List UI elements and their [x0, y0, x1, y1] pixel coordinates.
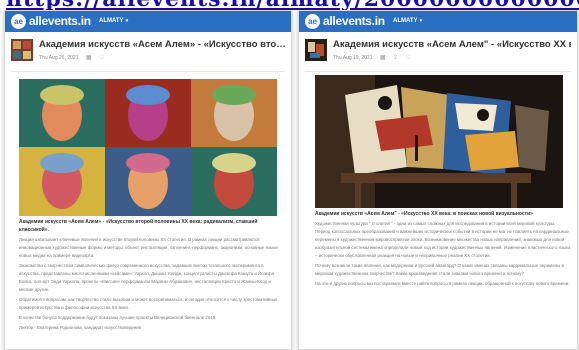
event-meta: Thu Aug 26, 2021 ▦ ♡ — [39, 54, 104, 61]
description-heading: Академия искусств «Асем Алем» - «Искусст… — [19, 219, 258, 233]
event-thumbnail[interactable] — [305, 39, 327, 61]
chevron-down-icon: ▾ — [419, 18, 423, 24]
city-selector[interactable]: ALMATY ▾ — [99, 18, 128, 24]
description-heading: Академия искусств «Асем Алем" - «Искусст… — [315, 211, 533, 217]
description-paragraph: Художественная культура " столетия " - о… — [315, 221, 571, 258]
logo-icon[interactable]: ae — [305, 14, 320, 29]
description-paragraph: Почему возникли такие явления, как модер… — [315, 263, 564, 276]
top-url-link[interactable]: https://allevents.in/almaty/200000000000… — [6, 0, 579, 10]
top-navbar: ae allevents.in ALMATY ▾ — [5, 11, 291, 32]
calendar-icon[interactable]: ▦ — [86, 54, 92, 61]
calendar-icon[interactable]: ▦ — [380, 54, 386, 61]
right-event-card: ae allevents.in ALMATY ▾ Академия искусст… — [298, 10, 578, 350]
top-navbar: ae allevents.in ALMATY ▾ — [299, 11, 577, 32]
event-meta: Thu Aug 19, 2021 ▦ ⇪ ♡ — [333, 54, 411, 61]
event-header: Академия искусств «Асем Алем» - «Искусст… — [11, 39, 285, 69]
event-description: Академия искусств «Асем Алем» - «Искусст… — [19, 218, 281, 334]
chevron-down-icon: ▾ — [125, 18, 129, 24]
heart-icon[interactable]: ♡ — [405, 54, 410, 61]
event-image-cubist-painting — [315, 75, 563, 208]
city-selector[interactable]: ALMATY ▾ — [393, 18, 422, 24]
divider — [11, 71, 285, 72]
heart-icon[interactable]: ♡ — [99, 54, 104, 61]
divider — [305, 71, 571, 72]
event-date: Thu Aug 26, 2021 — [39, 55, 79, 61]
brand-name[interactable]: allevents.in — [29, 14, 91, 28]
event-thumbnail[interactable] — [11, 39, 33, 61]
event-description: Академия искусств «Асем Алем" - «Искусст… — [315, 210, 571, 290]
event-date: Thu Aug 19, 2021 — [333, 55, 373, 61]
event-title[interactable]: Академия искусств «Асем Алем» - «Искусст… — [39, 39, 285, 50]
lecturer-line: Лектор - Екатерина Родионова, кандидат и… — [19, 325, 142, 330]
city-label: ALMATY — [99, 18, 124, 24]
top-url-strip[interactable]: https://allevents.in/almaty/200000000000… — [0, 0, 579, 10]
description-paragraph: На эти и другие вопросы мы постараемся в… — [315, 281, 570, 286]
brand-name[interactable]: allevents.in — [323, 14, 385, 28]
share-icon[interactable]: ⇪ — [393, 54, 398, 61]
description-paragraph: Лекция охватывает ключевые явления в иск… — [19, 237, 278, 258]
city-label: ALMATY — [393, 18, 418, 24]
description-paragraph: Обратимся к вопросам: как творчество ста… — [19, 297, 277, 310]
description-paragraph: Знакомство с творчеством символических ф… — [19, 263, 275, 292]
left-event-card: ae allevents.in ALMATY ▾ Академия искусст… — [4, 10, 292, 350]
logo-icon[interactable]: ae — [11, 14, 26, 29]
description-paragraph: В качестве бонуса поддержание будут пока… — [19, 315, 217, 320]
event-header: Академия искусств «Асем Алем" - «Искусст… — [305, 39, 571, 69]
event-image-pop-art-portraits — [19, 79, 277, 216]
event-title[interactable]: Академия искусств «Асем Алем" - «Искусст… — [333, 39, 571, 50]
